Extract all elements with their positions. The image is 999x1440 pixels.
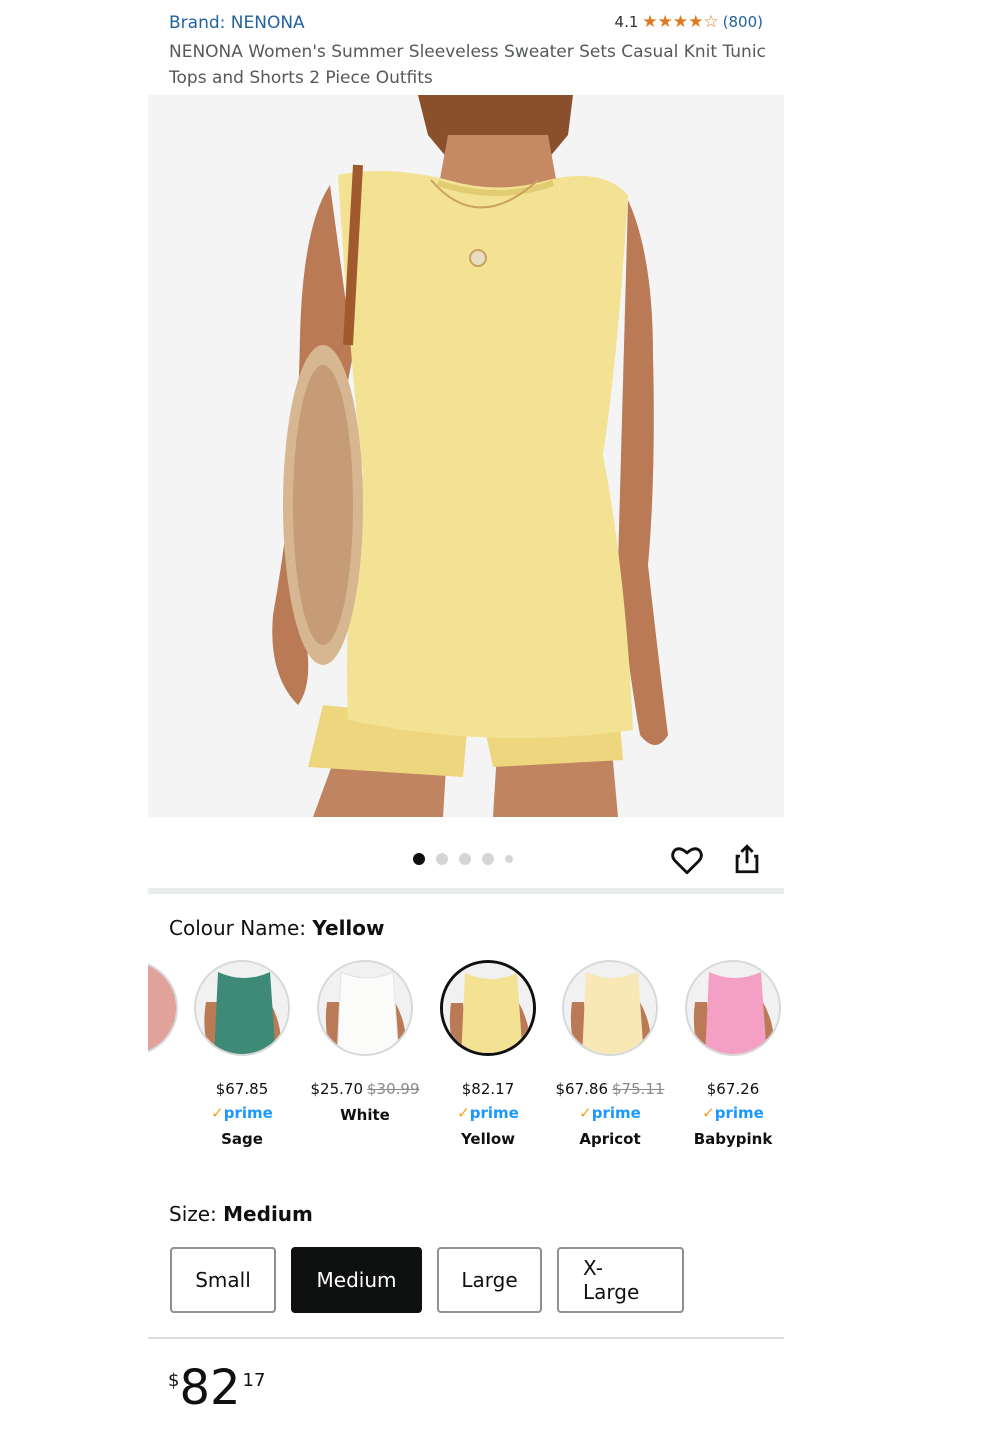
colour-swatch-babypink[interactable]: $67.26 ✓prime Babypink: [677, 960, 784, 1148]
size-selected-value: Medium: [223, 1202, 313, 1226]
price-whole: 82: [179, 1360, 241, 1416]
colour-label-text: Colour Name:: [169, 916, 306, 940]
swatch-price: $25.70 $30.99: [310, 1080, 420, 1098]
swatch-name: Apricot: [579, 1130, 641, 1148]
prime-badge: ✓prime: [211, 1104, 273, 1122]
colour-label: Colour Name: Yellow: [169, 916, 385, 940]
share-icon[interactable]: [730, 842, 764, 876]
colour-swatch-apricot[interactable]: $67.86 $75.11 ✓prime Apricot: [554, 960, 666, 1148]
wishlist-heart-icon[interactable]: [670, 843, 704, 877]
product-panel: Brand: NENONA 4.1 ★ ★ ★ ★ ☆ (800) NENONA Wom…: [148, 0, 784, 1440]
star-icon: ★: [657, 11, 673, 32]
star-icon: ★: [672, 11, 689, 32]
prime-badge: ✓prime: [579, 1104, 641, 1122]
product-price: $ 82 17: [168, 1362, 265, 1414]
prime-badge: ✓prime: [702, 1104, 764, 1122]
colour-swatch-list: $67.85 ✓prime Sage $25.70 $30.99 White $8…: [148, 960, 784, 1170]
swatch-name: Babypink: [693, 1130, 773, 1148]
size-button-large[interactable]: Large: [437, 1247, 542, 1313]
price-fraction: 17: [242, 1370, 266, 1391]
brand-link[interactable]: Brand: NENONA: [169, 13, 305, 33]
star-icon: ★: [688, 11, 704, 32]
pagination-dot[interactable]: [413, 853, 425, 865]
swatch-thumbnail: [148, 960, 178, 1056]
swatch-price: $67.86 $75.11: [555, 1080, 665, 1098]
swatch-thumbnail: [562, 960, 658, 1056]
colour-swatch-yellow[interactable]: $82.17 ✓prime Yellow: [432, 960, 544, 1148]
star-empty-icon: ☆: [703, 11, 719, 32]
swatch-name: Yellow: [460, 1130, 516, 1148]
swatch-thumbnail: [685, 960, 781, 1056]
swatch-thumbnail: [440, 960, 536, 1056]
swatch-name: Sage: [221, 1130, 263, 1148]
size-label: Size: Medium: [169, 1202, 313, 1226]
pagination-dot[interactable]: [459, 853, 471, 865]
price-currency: $: [168, 1370, 180, 1391]
section-divider: [148, 888, 784, 894]
size-button-small[interactable]: Small: [170, 1247, 276, 1313]
swatch-name: White: [340, 1106, 390, 1124]
product-title: NENONA Women's Summer Sleeveless Sweater…: [169, 42, 766, 88]
colour-swatch-partial[interactable]: [148, 960, 186, 1056]
pagination-dot[interactable]: [505, 855, 513, 863]
colour-swatch-white[interactable]: $25.70 $30.99 White: [309, 960, 421, 1124]
image-pagination[interactable]: [413, 853, 513, 865]
star-rating-icon: ★ ★ ★ ★ ☆: [642, 11, 719, 32]
section-divider: [148, 1337, 784, 1339]
size-button-x-large[interactable]: X-Large: [557, 1247, 684, 1313]
size-label-text: Size:: [169, 1202, 217, 1226]
product-image[interactable]: [148, 95, 784, 817]
colour-selected-value: Yellow: [312, 916, 385, 940]
prime-badge: ✓prime: [457, 1104, 519, 1122]
product-photo-illustration: [272, 95, 668, 817]
rating-summary[interactable]: 4.1 ★ ★ ★ ★ ☆ (800): [615, 13, 763, 31]
size-selector: Small Medium Large X-Large: [170, 1247, 684, 1313]
swatch-thumbnail: [194, 960, 290, 1056]
pagination-dot[interactable]: [436, 853, 448, 865]
pagination-dot[interactable]: [482, 853, 494, 865]
colour-swatch-sage[interactable]: $67.85 ✓prime Sage: [186, 960, 298, 1148]
rating-value: 4.1: [614, 13, 639, 31]
size-button-medium[interactable]: Medium: [291, 1247, 422, 1313]
swatch-price: $67.26: [706, 1080, 760, 1098]
star-icon: ★: [642, 11, 658, 32]
swatch-price: $82.17: [461, 1080, 515, 1098]
swatch-thumbnail: [317, 960, 413, 1056]
swatch-price: $67.85: [215, 1080, 269, 1098]
rating-count-link[interactable]: (800): [723, 13, 763, 31]
